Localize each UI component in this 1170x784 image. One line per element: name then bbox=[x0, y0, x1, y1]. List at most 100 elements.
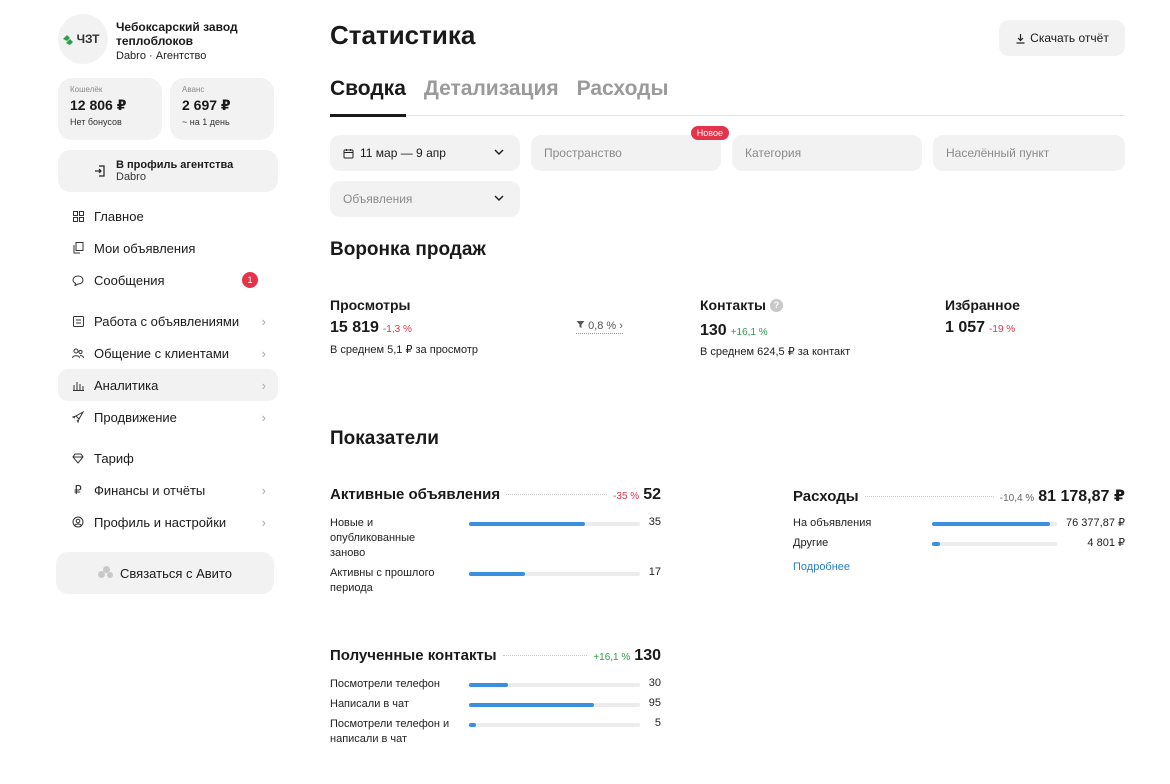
sidebar-item-9[interactable]: Профиль и настройки › bbox=[58, 506, 278, 538]
contact-avito-button[interactable]: Связаться с Авито bbox=[56, 552, 274, 594]
company-logo: ЧЗТ bbox=[58, 14, 108, 64]
sidebar-item-label: Мои объявления bbox=[94, 240, 196, 256]
users-icon bbox=[70, 348, 86, 359]
ads-select[interactable]: Объявления bbox=[330, 181, 520, 217]
logo-text: ЧЗТ bbox=[76, 32, 100, 46]
views-metric: 15 819 -1,3 % bbox=[330, 319, 412, 337]
wallet-card[interactable]: Кошелёк 12 806 ₽ Нет бонусов bbox=[58, 78, 162, 140]
contacts-label-wrap: Контакты ? bbox=[700, 297, 784, 313]
ads-placeholder: Объявления bbox=[343, 192, 413, 206]
sidebar-item-3[interactable]: Работа с объявлениями › bbox=[58, 305, 278, 337]
advance-card[interactable]: Аванс 2 697 ₽ ~ на 1 день bbox=[170, 78, 274, 140]
org-header[interactable]: ЧЗТ Чебоксарский завод теплоблоков Dabro… bbox=[58, 14, 278, 64]
conversion-value: 0,8 % bbox=[588, 320, 617, 332]
bar-fill bbox=[469, 572, 526, 576]
date-range-value: 11 мар — 9 апр bbox=[360, 146, 446, 160]
sidebar-item-8[interactable]: ₽ Финансы и отчёты › bbox=[58, 474, 278, 506]
views-value: 15 819 bbox=[330, 319, 379, 336]
copy-icon bbox=[70, 242, 86, 254]
advance-note: ~ на 1 день bbox=[182, 117, 230, 127]
favorites-change: -19 % bbox=[989, 324, 1016, 335]
row-label: Новые и опубликованные заново bbox=[330, 517, 416, 559]
conversion-link[interactable]: 0,8 % › bbox=[576, 320, 623, 334]
expenses-bar-other bbox=[932, 542, 1057, 546]
received-contacts-total: 130 bbox=[634, 647, 661, 664]
received-contacts-title: Полученные контакты bbox=[330, 647, 497, 664]
sidebar-item-7[interactable]: Тариф bbox=[58, 442, 278, 474]
org-subtitle: Dabro · Агентство bbox=[116, 50, 207, 62]
views-change: -1,3 % bbox=[382, 324, 412, 335]
active-ads-title: Активные объявления bbox=[330, 486, 501, 503]
list-icon bbox=[70, 315, 86, 327]
download-report-button[interactable]: Скачать отчёт bbox=[999, 20, 1125, 56]
chevron-down-icon bbox=[494, 149, 504, 156]
expenses-row-ads: На объявления bbox=[793, 516, 871, 531]
received-contacts-header: Полученные контакты +16,1 % 130 bbox=[330, 647, 661, 665]
space-select[interactable]: Пространство Новое bbox=[531, 126, 729, 171]
received-bar-both bbox=[469, 723, 640, 727]
row-value: 76 377,87 ₽ bbox=[1066, 517, 1125, 529]
bar-fill bbox=[932, 522, 1050, 526]
bar-fill bbox=[469, 703, 594, 707]
tab-details[interactable]: Детализация bbox=[424, 76, 559, 116]
active-ads-bar-new bbox=[469, 522, 640, 526]
chevron-down-icon bbox=[494, 195, 504, 202]
active-ads-total: 52 bbox=[643, 486, 661, 503]
bar-fill bbox=[932, 542, 940, 546]
sidebar-item-1[interactable]: Мои объявления bbox=[58, 232, 278, 264]
contacts-sub: В среднем 624,5 ₽ за контакт bbox=[700, 346, 851, 358]
row-label: Активны с прошлого периода bbox=[330, 567, 435, 594]
row-value: 95 bbox=[648, 697, 661, 709]
ruble-icon: ₽ bbox=[74, 483, 82, 497]
page-title: Статистика bbox=[330, 20, 476, 50]
tab-expenses[interactable]: Расходы bbox=[577, 76, 669, 116]
contacts-metric: 130 +16,1 % bbox=[700, 322, 768, 340]
advance-amount: 2 697 ₽ bbox=[182, 97, 231, 113]
bar-fill bbox=[469, 522, 586, 526]
sidebar-item-label: Финансы и отчёты bbox=[94, 482, 206, 498]
sidebar-item-4[interactable]: Общение с клиентами › bbox=[58, 337, 278, 369]
more-link[interactable]: Подробнее bbox=[793, 561, 850, 573]
date-range-select[interactable]: 11 мар — 9 апр bbox=[330, 135, 520, 171]
tab-summary[interactable]: Сводка bbox=[330, 76, 406, 117]
contacts-value: 130 bbox=[700, 322, 727, 339]
chart-icon bbox=[70, 380, 86, 391]
avito-dots-icon bbox=[98, 566, 114, 580]
agency-profile-sub: Dabro bbox=[116, 171, 146, 183]
row-value: 4 801 ₽ bbox=[1087, 537, 1125, 549]
locality-placeholder: Населённый пункт bbox=[946, 146, 1050, 160]
rocket-icon bbox=[70, 411, 86, 423]
sidebar-item-label: Тариф bbox=[94, 450, 134, 466]
favorites-metric: 1 057 -19 % bbox=[945, 319, 1015, 337]
sidebar-item-6[interactable]: Продвижение › bbox=[58, 401, 278, 433]
sidebar-nav: Главное Мои объявления Сообщения 1 Работа с … bbox=[58, 200, 278, 538]
funnel-icon bbox=[576, 321, 585, 328]
category-select[interactable]: Категория bbox=[732, 135, 922, 171]
active-ads-row-prev: Активны с прошлого периода bbox=[330, 566, 450, 596]
login-icon bbox=[95, 165, 105, 177]
favorites-value: 1 057 bbox=[945, 319, 986, 336]
sidebar-item-2[interactable]: Сообщения 1 bbox=[58, 264, 278, 296]
locality-select[interactable]: Населённый пункт bbox=[933, 135, 1125, 171]
indicators-title: Показатели bbox=[330, 428, 439, 449]
sidebar-item-5[interactable]: Аналитика › bbox=[58, 369, 278, 401]
help-icon[interactable]: ? bbox=[770, 298, 784, 312]
row-label: Посмотрели телефон и написали в чат bbox=[330, 718, 450, 745]
sidebar: ЧЗТ Чебоксарский завод теплоблоков Dabro… bbox=[56, 14, 278, 594]
contacts-change: +16,1 % bbox=[730, 327, 768, 338]
sidebar-item-label: Аналитика bbox=[94, 377, 159, 393]
row-label: Другие bbox=[793, 537, 829, 549]
favorites-label: Избранное bbox=[945, 297, 1020, 313]
sidebar-item-0[interactable]: Главное bbox=[58, 200, 278, 232]
org-name: Чебоксарский завод теплоблоков bbox=[116, 20, 238, 48]
received-row-chat: Написали в чат bbox=[330, 697, 409, 712]
row-label: На объявления bbox=[793, 517, 872, 529]
row-value: 30 bbox=[648, 677, 661, 689]
contacts-label: Контакты bbox=[700, 297, 767, 313]
contact-avito-label: Связаться с Авито bbox=[120, 565, 232, 581]
received-contacts-change: +16,1 % bbox=[593, 652, 631, 663]
user-circle-icon bbox=[70, 516, 86, 528]
received-row-both: Посмотрели телефон и написали в чат bbox=[330, 717, 460, 747]
chevron-right-icon: › bbox=[261, 482, 266, 498]
agency-profile-button[interactable]: В профиль агентства Dabro bbox=[58, 150, 278, 192]
